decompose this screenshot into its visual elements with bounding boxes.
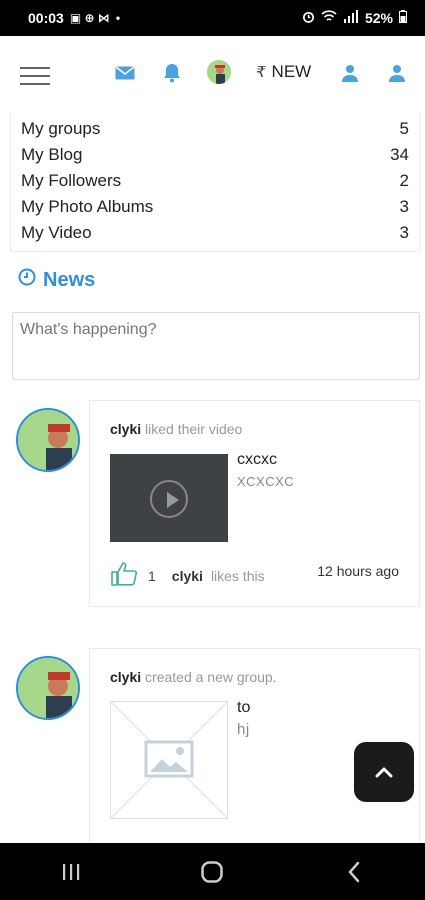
group-subtitle: hj [237, 721, 250, 738]
news-heading: News [18, 268, 95, 292]
like-row: 1 clyki likes this [110, 561, 265, 590]
stat-label: My groups [21, 119, 101, 138]
feed-action: liked their video [145, 421, 243, 437]
stat-row-photo-albums[interactable]: My Photo Albums 3 [21, 194, 409, 220]
new-prefix: ₹ [256, 64, 266, 81]
chevron-up-icon [375, 767, 393, 778]
feed-action: created a new group. [145, 669, 277, 685]
stat-row-followers[interactable]: My Followers 2 [21, 168, 409, 194]
home-icon[interactable] [192, 852, 232, 892]
new-label: NEW [271, 62, 312, 81]
clock-icon [18, 268, 36, 292]
news-title: News [43, 268, 96, 291]
stat-value: 5 [399, 119, 409, 138]
likes-user[interactable]: clyki [172, 568, 203, 584]
status-right: 52% [302, 10, 407, 26]
stat-label: My Blog [21, 145, 83, 164]
wifi-icon [321, 10, 337, 26]
group-image-placeholder[interactable] [109, 700, 229, 820]
status-bar: 00:03 ▣ ⊕ ⋈ • 52% [0, 0, 425, 36]
feed-user[interactable]: clyki [110, 421, 141, 437]
stat-value: 3 [399, 223, 409, 242]
signal-icon [343, 10, 359, 26]
user-icon[interactable] [339, 62, 361, 84]
feed-card-header: clyki liked their video [110, 421, 242, 437]
mail-icon[interactable] [114, 62, 136, 84]
stat-row-groups[interactable]: My groups 5 [21, 116, 409, 142]
stat-value: 34 [390, 145, 409, 164]
video-thumbnail[interactable] [110, 454, 228, 542]
notification-icons: ▣ ⊕ ⋈ [69, 11, 110, 25]
stat-label: My Photo Albums [21, 197, 154, 216]
stat-row-video[interactable]: My Video 3 [21, 220, 409, 246]
back-icon[interactable] [334, 852, 374, 892]
media-subtitle: XCXCXC [237, 474, 295, 489]
recent-apps-icon[interactable] [51, 852, 91, 892]
battery-icon [399, 10, 407, 26]
composer-placeholder: What's happening? [20, 321, 157, 338]
play-icon[interactable] [150, 480, 188, 518]
status-composer-input[interactable]: What's happening? [12, 312, 420, 380]
profile-avatar-icon[interactable] [207, 60, 231, 84]
feed-card: clyki liked their video cxcxc XCXCXC 1 c… [89, 400, 420, 607]
stat-value: 2 [399, 171, 409, 190]
app-header: ₹ NEW [0, 36, 425, 110]
likes-text: likes this [210, 567, 265, 584]
status-dot: • [115, 11, 121, 25]
post-time: 12 hours ago [317, 563, 399, 579]
new-button[interactable]: ₹ NEW [256, 61, 311, 83]
feed-avatar[interactable] [16, 656, 80, 720]
feed-avatar[interactable] [16, 408, 80, 472]
stat-label: My Followers [21, 171, 122, 190]
system-nav-bar [0, 843, 425, 900]
stat-row-blog[interactable]: My Blog 34 [21, 142, 409, 168]
bell-icon[interactable] [161, 62, 183, 84]
scroll-to-top-button[interactable] [354, 742, 414, 802]
media-title[interactable]: cxcxc [237, 451, 277, 469]
stat-label: My Video [21, 223, 92, 242]
battery-percent: 52% [364, 10, 393, 26]
thumbs-up-icon[interactable] [110, 561, 140, 590]
feed-user[interactable]: clyki [110, 669, 141, 685]
hamburger-menu-icon[interactable] [20, 67, 50, 85]
feed-card-header: clyki created a new group. [110, 669, 277, 685]
stats-list: My groups 5 My Blog 34 My Followers 2 My… [10, 112, 420, 252]
status-time: 00:03 [28, 10, 64, 26]
stat-value: 3 [399, 197, 409, 216]
alarm-icon [302, 10, 315, 26]
group-title[interactable]: to [237, 699, 250, 717]
status-left: 00:03 ▣ ⊕ ⋈ • [28, 10, 120, 26]
like-count: 1 [148, 567, 156, 584]
user-icon[interactable] [386, 62, 408, 84]
